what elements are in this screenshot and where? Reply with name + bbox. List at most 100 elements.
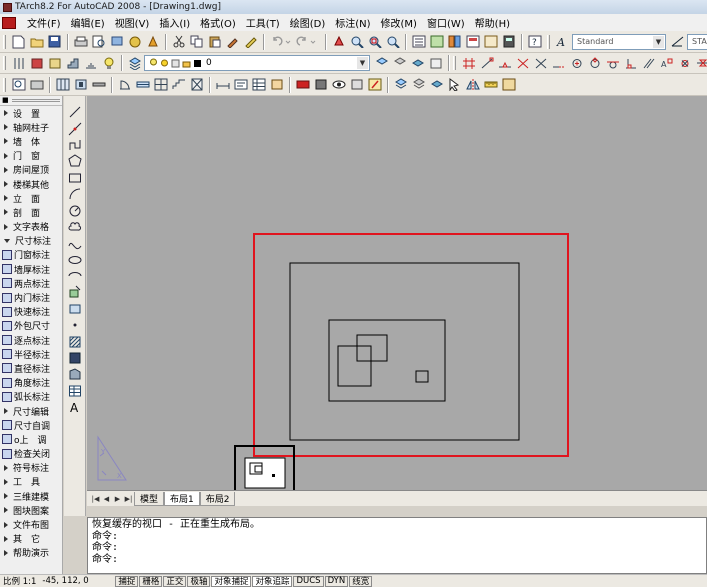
tarch-window-insert-icon[interactable]: [134, 77, 151, 93]
tab-layout1[interactable]: 布局1: [164, 491, 200, 506]
pan-icon[interactable]: [330, 34, 347, 50]
tarch-elevation-icon[interactable]: [312, 77, 329, 93]
status-toggle[interactable]: 栅格: [139, 575, 163, 587]
tarch-eye-icon[interactable]: [330, 77, 347, 93]
sheet-set-icon[interactable]: [464, 34, 481, 50]
tarch-menu-item[interactable]: 角度标注: [0, 376, 62, 390]
status-toggle[interactable]: 捕捉: [115, 575, 139, 587]
tab-model[interactable]: 模型: [134, 491, 165, 506]
status-toggle[interactable]: DYN: [324, 575, 349, 587]
object-snap-extension-icon[interactable]: [550, 55, 567, 71]
tarch-cursor-icon[interactable]: [10, 55, 27, 71]
layer-states-icon[interactable]: [409, 55, 426, 71]
tarch-column-icon[interactable]: [72, 77, 89, 93]
close-icon[interactable]: ■: [2, 97, 9, 104]
tarch-wall-icon[interactable]: [28, 55, 45, 71]
object-snap-midpoint-icon[interactable]: [496, 55, 513, 71]
tarch-menu-item[interactable]: 尺寸自调: [0, 418, 62, 432]
tarch-pencil-icon[interactable]: [366, 77, 383, 93]
tarch-table-icon[interactable]: [250, 77, 267, 93]
open-file-icon[interactable]: [28, 34, 45, 50]
spline-icon[interactable]: [67, 235, 83, 251]
document-menu-icon[interactable]: [2, 16, 16, 29]
print-icon[interactable]: [72, 34, 89, 50]
toolbar-grip[interactable]: [453, 56, 456, 70]
tarch-menu-item[interactable]: 立 面: [0, 191, 62, 205]
upper-square[interactable]: [356, 334, 388, 362]
lower-square[interactable]: [337, 345, 372, 387]
previous-tab-icon[interactable]: ◀: [101, 493, 112, 504]
tarch-menu-item[interactable]: 三维建模: [0, 489, 62, 503]
status-toggle[interactable]: 对象捕捉: [211, 575, 252, 587]
tarch-symbol-icon[interactable]: [268, 77, 285, 93]
panel-grip[interactable]: [11, 99, 60, 102]
tarch-frame-icon[interactable]: [500, 77, 517, 93]
tarch-menu-item[interactable]: 其 它: [0, 532, 62, 546]
menu-file[interactable]: 文件(F): [22, 15, 66, 30]
tarch-3d-icon[interactable]: [348, 77, 365, 93]
scale-readout[interactable]: 比例 1:1: [0, 575, 39, 587]
insert-block-icon[interactable]: [67, 284, 83, 300]
tarch-layers-icon[interactable]: [392, 77, 409, 93]
small-square[interactable]: [415, 370, 429, 383]
region-icon[interactable]: [67, 366, 83, 382]
tarch-text-icon[interactable]: [232, 77, 249, 93]
menu-window[interactable]: 窗口(W): [422, 15, 470, 30]
revision-cloud-icon[interactable]: [67, 219, 83, 235]
color-swatch-icon[interactable]: [193, 58, 202, 68]
ellipse-arc-icon[interactable]: [67, 268, 83, 284]
text-style-dropdown[interactable]: Standard ▼: [572, 33, 666, 50]
tarch-elevator-icon[interactable]: [188, 77, 205, 93]
tarch-section-icon[interactable]: [294, 77, 311, 93]
text-style-icon[interactable]: A: [554, 34, 571, 50]
tarch-plot-icon[interactable]: [28, 77, 45, 93]
toolbar-grip[interactable]: [3, 34, 6, 49]
menu-view[interactable]: 视图(V): [110, 15, 155, 30]
object-snap-nearest-icon[interactable]: [694, 55, 707, 71]
tarch-menu-item[interactable]: 轴网柱子: [0, 120, 62, 134]
status-toggle[interactable]: 极轴: [187, 575, 211, 587]
new-file-icon[interactable]: [10, 34, 27, 50]
tarch-menu-item[interactable]: 外包尺寸: [0, 319, 62, 333]
viewport-frame[interactable]: [253, 233, 569, 457]
object-snap-endpoint-icon[interactable]: [478, 55, 495, 71]
ellipse-icon[interactable]: [67, 252, 83, 268]
tarch-menu-item[interactable]: 设 置: [0, 106, 62, 120]
menu-dimension[interactable]: 标注(N): [330, 15, 375, 30]
object-snap-perpendicular-icon[interactable]: [622, 55, 639, 71]
tarch-menu-item[interactable]: 楼梯其他: [0, 177, 62, 191]
gradient-icon[interactable]: [67, 350, 83, 366]
object-snap-intersection-icon[interactable]: [514, 55, 531, 71]
tarch-menu-item[interactable]: 墙 体: [0, 134, 62, 148]
object-snap-center-icon[interactable]: [568, 55, 585, 71]
tarch-stair-draw-icon[interactable]: [170, 77, 187, 93]
tarch-menu-item[interactable]: 工 具: [0, 475, 62, 489]
toolbar-grip[interactable]: [547, 34, 550, 49]
tarch-menu-item[interactable]: 弧长标注: [0, 390, 62, 404]
object-snap-quadrant-icon[interactable]: [586, 55, 603, 71]
menu-edit[interactable]: 编辑(E): [66, 15, 110, 30]
undo-icon[interactable]: [268, 34, 294, 50]
status-toggle[interactable]: 线宽: [349, 575, 373, 587]
tarch-layer-on-icon[interactable]: [428, 77, 445, 93]
status-toggle[interactable]: 正交: [163, 575, 187, 587]
menu-help[interactable]: 帮助(H): [470, 15, 515, 30]
circle-icon[interactable]: [67, 202, 83, 218]
print-preview-icon[interactable]: [90, 34, 107, 50]
table-icon[interactable]: [67, 383, 83, 399]
outer-rectangle[interactable]: [289, 262, 520, 441]
tarch-menu-item[interactable]: 帮助演示: [0, 546, 62, 560]
grid-snap-icon[interactable]: [460, 55, 477, 71]
bulb-on-icon[interactable]: [149, 58, 158, 68]
tarch-menu-item[interactable]: o上 调: [0, 432, 62, 446]
tarch-menu-item[interactable]: 两点标注: [0, 276, 62, 290]
tarch-select-icon[interactable]: [446, 77, 463, 93]
zoom-realtime-icon[interactable]: [348, 34, 365, 50]
coordinate-readout[interactable]: -45, 112, 0: [39, 575, 115, 587]
calculator-icon[interactable]: [500, 34, 517, 50]
tarch-bulb-icon[interactable]: [100, 55, 117, 71]
tarch-room-icon[interactable]: [152, 77, 169, 93]
tarch-door-icon[interactable]: [46, 55, 63, 71]
zoom-previous-icon[interactable]: [384, 34, 401, 50]
tarch-menu-item[interactable]: 文件布图: [0, 517, 62, 531]
